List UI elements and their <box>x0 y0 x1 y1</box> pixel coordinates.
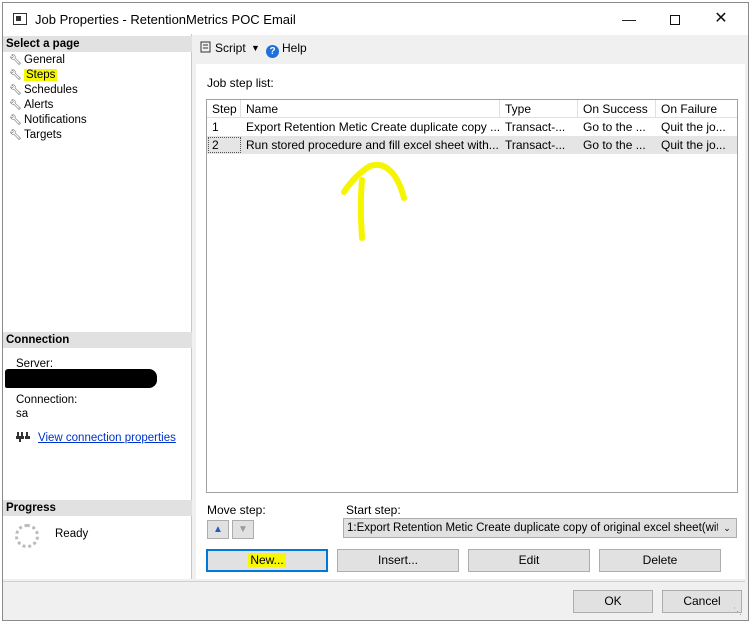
page-item-label: Notifications <box>24 114 87 126</box>
close-button[interactable]: ✕ <box>698 3 744 35</box>
page-item-general[interactable]: 🔧︎ General <box>9 53 65 68</box>
help-button[interactable]: ? Help <box>266 41 307 58</box>
page-item-schedules[interactable]: 🔧︎ Schedules <box>9 83 78 98</box>
script-icon <box>200 41 211 53</box>
cell-on-success: Go to the ... <box>583 120 646 134</box>
column-header-step[interactable]: Step <box>207 100 241 118</box>
edit-step-button[interactable]: Edit <box>468 549 590 572</box>
page-item-label: Targets <box>24 129 62 141</box>
column-header-type[interactable]: Type <box>500 100 578 118</box>
window-app-icon <box>13 13 27 25</box>
grid-header: Step Name Type On Success On Failure <box>207 100 737 118</box>
new-step-label: New... <box>248 553 286 567</box>
help-label: Help <box>282 41 307 55</box>
resize-grip-icon[interactable]: ⋱ <box>733 606 742 617</box>
connection-value: sa <box>16 408 29 420</box>
move-step-label: Move step: <box>207 503 266 517</box>
start-step-value: 1:Export Retention Metic Create duplicat… <box>347 522 737 534</box>
chevron-down-icon: ⌄ <box>718 519 736 537</box>
new-step-button[interactable]: New... <box>206 549 328 572</box>
cell-on-failure: Quit the jo... <box>661 138 726 152</box>
script-button[interactable]: Script <box>200 41 246 55</box>
page-item-targets[interactable]: 🔧︎ Targets <box>9 128 62 143</box>
view-connection-row: View connection properties <box>16 430 176 444</box>
cancel-button[interactable]: Cancel <box>662 590 742 613</box>
move-up-button[interactable]: ▲ <box>207 520 229 539</box>
job-step-grid[interactable]: Step Name Type On Success On Failure 1 E… <box>206 99 738 493</box>
column-header-on-failure[interactable]: On Failure <box>656 100 737 118</box>
toolbar: Script ▼ ? Help <box>196 36 745 60</box>
cell-type: Transact-... <box>505 120 566 134</box>
column-header-on-success[interactable]: On Success <box>578 100 656 118</box>
cell-name: Export Retention Metic Create duplicate … <box>246 120 500 134</box>
page-item-label: General <box>24 54 65 66</box>
left-pane: Select a page 🔧︎ General 🔧︎ Steps 🔧︎ Schedu… <box>3 34 192 579</box>
column-header-name[interactable]: Name <box>241 100 500 118</box>
wrench-icon: 🔧︎ <box>9 130 22 141</box>
wrench-icon: 🔧︎ <box>9 100 22 111</box>
wrench-icon: 🔧︎ <box>9 115 22 126</box>
connection-label: Connection: <box>16 394 78 406</box>
arrow-down-icon: ▼ <box>238 524 248 535</box>
cell-step: 2 <box>212 138 219 152</box>
table-row-selected[interactable]: 2 Run stored procedure and fill excel sh… <box>207 136 737 154</box>
page-item-label: Alerts <box>24 99 54 111</box>
view-connection-properties-link[interactable]: View connection properties <box>38 432 176 444</box>
maximize-button[interactable] <box>652 3 698 35</box>
plug-icon <box>16 432 30 442</box>
arrow-up-icon: ▲ <box>213 524 223 535</box>
footer-divider <box>3 581 745 582</box>
window-title: Job Properties - RetentionMetrics POC Em… <box>35 12 296 27</box>
page-item-alerts[interactable]: 🔧︎ Alerts <box>9 98 53 113</box>
start-step-select[interactable]: 1:Export Retention Metic Create duplicat… <box>343 518 737 538</box>
job-step-list-label: Job step list: <box>207 76 274 90</box>
minimize-button[interactable]: — <box>606 3 652 35</box>
move-down-button[interactable]: ▼ <box>232 520 254 539</box>
progress-status: Ready <box>55 528 89 540</box>
wrench-icon: 🔧︎ <box>9 55 22 66</box>
select-page-header: Select a page <box>3 36 192 52</box>
title-bar: Job Properties - RetentionMetrics POC Em… <box>3 3 748 35</box>
help-icon: ? <box>266 45 279 58</box>
cell-step: 1 <box>212 120 219 134</box>
progress-header: Progress <box>3 500 192 516</box>
cell-on-failure: Quit the jo... <box>661 120 726 134</box>
maximize-icon <box>670 15 680 26</box>
wrench-icon: 🔧︎ <box>9 85 22 96</box>
page-item-label: Steps <box>24 69 58 81</box>
page-item-label: Schedules <box>24 84 78 96</box>
annotation-arrow <box>341 161 407 241</box>
table-row[interactable]: 1 Export Retention Metic Create duplicat… <box>207 118 737 136</box>
cell-on-success: Go to the ... <box>583 138 646 152</box>
start-step-label: Start step: <box>346 503 401 517</box>
insert-step-button[interactable]: Insert... <box>337 549 459 572</box>
page-item-notifications[interactable]: 🔧︎ Notifications <box>9 113 87 128</box>
script-label: Script <box>215 41 246 55</box>
redacted-server-name <box>5 369 157 388</box>
connection-header: Connection <box>3 332 192 348</box>
spinner-icon <box>15 524 39 548</box>
delete-step-button[interactable]: Delete <box>599 549 721 572</box>
page-item-steps[interactable]: 🔧︎ Steps <box>9 68 58 83</box>
script-dropdown-chevron-icon[interactable]: ▼ <box>251 43 260 53</box>
wrench-icon: 🔧︎ <box>9 70 22 81</box>
ok-button[interactable]: OK <box>573 590 653 613</box>
cell-type: Transact-... <box>505 138 566 152</box>
